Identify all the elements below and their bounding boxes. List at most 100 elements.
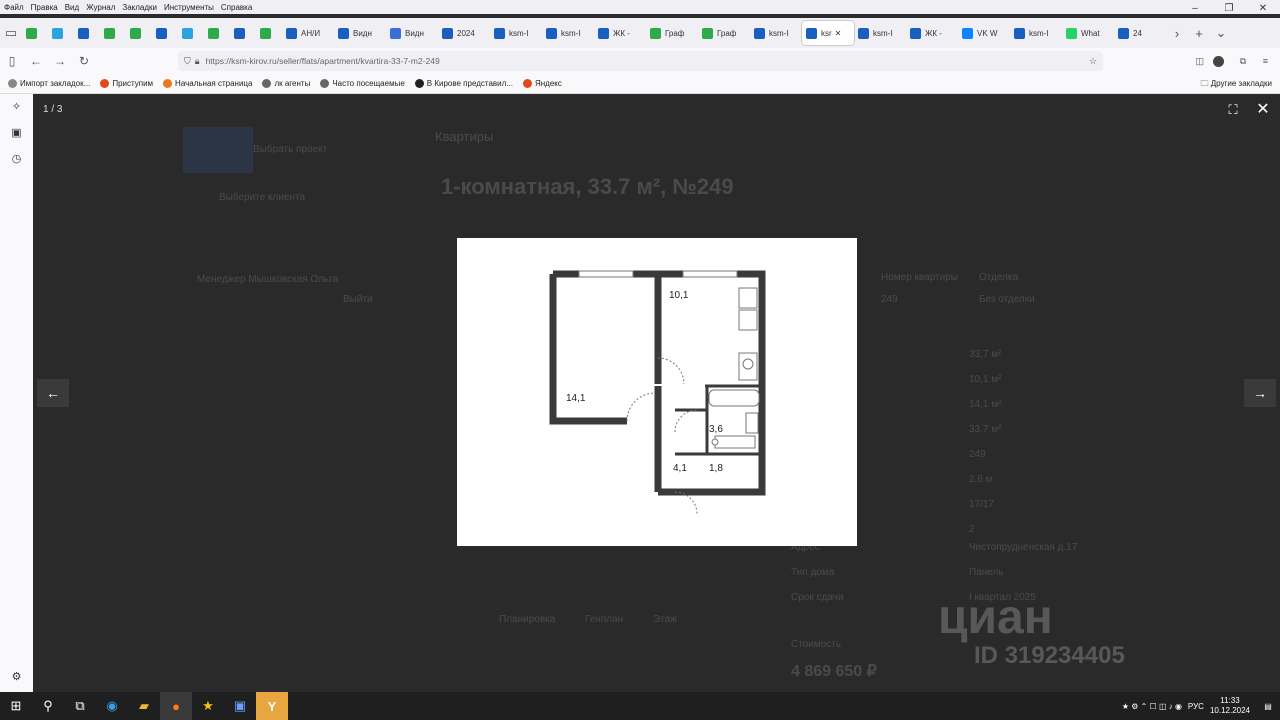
browser-tab[interactable] [178,21,204,45]
bookmark-star-icon[interactable]: ☆ [1089,56,1097,67]
customize-sidebar-icon[interactable]: ⚙ [0,664,33,690]
close-viewer-icon[interactable]: ✕ [1248,98,1278,122]
menu-icon[interactable]: ≡ [1263,56,1268,66]
favorites-icon[interactable]: ★ [192,692,224,720]
logout-link[interactable]: Выйти [343,294,373,305]
bookmark-label: Яндекс [534,79,562,88]
bookmark-item[interactable]: Начальная страница [163,79,252,88]
menu-item[interactable]: Правка [31,3,58,12]
browser-tab[interactable]: ksm-I [1010,21,1062,45]
synced-tabs-icon[interactable]: ▣ [0,120,33,146]
house-type-value: Панель [969,567,1004,578]
tab-plan[interactable]: Планировка [499,614,555,625]
browser-tab[interactable]: ksm-I [750,21,802,45]
browser-tab[interactable]: АН/И [282,21,334,45]
browser-tab[interactable]: 2024 [438,21,490,45]
menu-item[interactable]: Закладки [122,3,157,12]
firefox-icon[interactable]: ● [160,692,192,720]
tab-label: ksm-I [561,28,581,38]
browser-tab[interactable] [152,21,178,45]
browser-tab[interactable] [22,21,48,45]
browser-tab[interactable] [230,21,256,45]
prev-image-button[interactable]: ← [37,379,69,407]
new-tab-icon[interactable]: + [1188,21,1210,45]
task-view-icon[interactable]: ⧉ [64,692,96,720]
tab-genplan[interactable]: Генплан [585,614,623,625]
tabs-list-icon[interactable]: ⌄ [1210,21,1232,45]
next-image-button[interactable]: → [1244,379,1276,407]
menu-item[interactable]: Инструменты [164,3,214,12]
account-icon[interactable] [1213,55,1224,67]
browser-tab[interactable]: What [1062,21,1114,45]
bookmark-item[interactable]: Импорт закладок... [8,79,90,88]
yandex-browser-icon[interactable]: Y [256,692,288,720]
windows-start-icon[interactable]: ⊞ [0,692,32,720]
browser-tab[interactable] [126,21,152,45]
browser-tab[interactable]: Граф [646,21,698,45]
price-label: Стоимость [791,639,842,650]
bookmark-item[interactable]: В Кирове представил... [414,79,513,88]
restore-icon[interactable]: ❐ [1212,0,1246,18]
browser-tab[interactable] [256,21,282,45]
browser-tab[interactable]: ЖК - [906,21,958,45]
browser-tab[interactable] [74,21,100,45]
fullscreen-icon[interactable]: ⛶ [1218,98,1248,122]
browser-tab[interactable]: Граф [698,21,750,45]
tray-icons[interactable]: ★ ⚙ ⌃ ☐ ◫ ♪ ◉ [1122,702,1182,711]
bookmark-item[interactable]: Часто посещаемые [320,79,405,88]
browser-tab[interactable] [204,21,230,45]
browser-tab[interactable]: Видн [334,21,386,45]
clock[interactable]: 11:33 10.12.2024 [1210,696,1250,716]
other-bookmarks[interactable]: 🗀 Другие закладки [1200,78,1272,92]
back-link[interactable]: Квартиры [435,129,493,144]
browser-tab[interactable]: ksm-I [542,21,594,45]
room-area: 14,1 [566,393,586,404]
search-icon[interactable]: ⚲ [32,692,64,720]
extensions-icon[interactable]: ⧉ [1240,56,1246,67]
tab-label: ksm-I [1029,28,1049,38]
menu-item[interactable]: Вид [65,3,79,12]
project-select[interactable]: Выбрать проект [253,144,327,155]
browser-tab[interactable] [48,21,74,45]
page-title: 1-комнатная, 33.7 м², №249 [441,174,734,199]
bookmark-item[interactable]: Приступим [100,79,153,88]
menu-item[interactable]: Журнал [86,3,115,12]
edge-icon[interactable]: ◉ [96,692,128,720]
spec-value: 10,1 м² [969,374,1002,385]
close-tab-icon[interactable]: ✕ [835,29,842,38]
browser-tab[interactable]: ksm-I [854,21,906,45]
pocket-icon[interactable]: ◫ [1195,56,1204,67]
history-icon[interactable]: ◷ [0,146,33,172]
browser-tab[interactable]: VK W [958,21,1010,45]
menu-item[interactable]: Справка [221,3,252,12]
tab-favicon-icon [858,27,869,39]
minimize-icon[interactable]: – [1178,0,1212,18]
bookmark-label: лк агенты [274,79,311,88]
tab-floor[interactable]: Этаж [653,614,677,625]
browser-tab[interactable]: ksr ✕ [802,21,854,45]
explorer-icon[interactable]: ▰ [128,692,160,720]
back-icon[interactable]: ← [24,54,48,68]
app-icon[interactable]: ▣ [224,692,256,720]
tabs-scroll-right-icon[interactable]: › [1166,21,1188,45]
browser-tab[interactable]: ЖК - [594,21,646,45]
browser-tab[interactable]: Видн [386,21,438,45]
reload-icon[interactable]: ↻ [72,54,96,68]
browser-tab[interactable]: ksm-I [490,21,542,45]
tab-overview-icon[interactable]: ▭ [0,21,22,45]
bookmark-item[interactable]: Яндекс [522,79,562,88]
close-window-icon[interactable]: ✕ [1246,0,1280,18]
notifications-icon[interactable]: ▤ [1256,702,1280,711]
address-bar[interactable]: ⛉ 🔒︎ https://ksm-kirov.ru/seller/flats/a… [178,51,1103,71]
forward-icon[interactable]: → [48,54,72,68]
bookmark-item[interactable]: лк агенты [262,79,310,88]
sidebar-toggle-icon[interactable]: ▯ [0,54,24,68]
tab-label: VK W [977,28,998,38]
ai-chat-icon[interactable]: ✧ [0,94,33,120]
menu-item[interactable]: Файл [4,3,24,12]
browser-tab[interactable]: 24 [1114,21,1166,45]
bookmark-label: Часто посещаемые [332,79,405,88]
client-select[interactable]: Выберите клиента [219,192,305,203]
browser-tab[interactable] [100,21,126,45]
language-indicator[interactable]: РУС [1188,702,1204,711]
